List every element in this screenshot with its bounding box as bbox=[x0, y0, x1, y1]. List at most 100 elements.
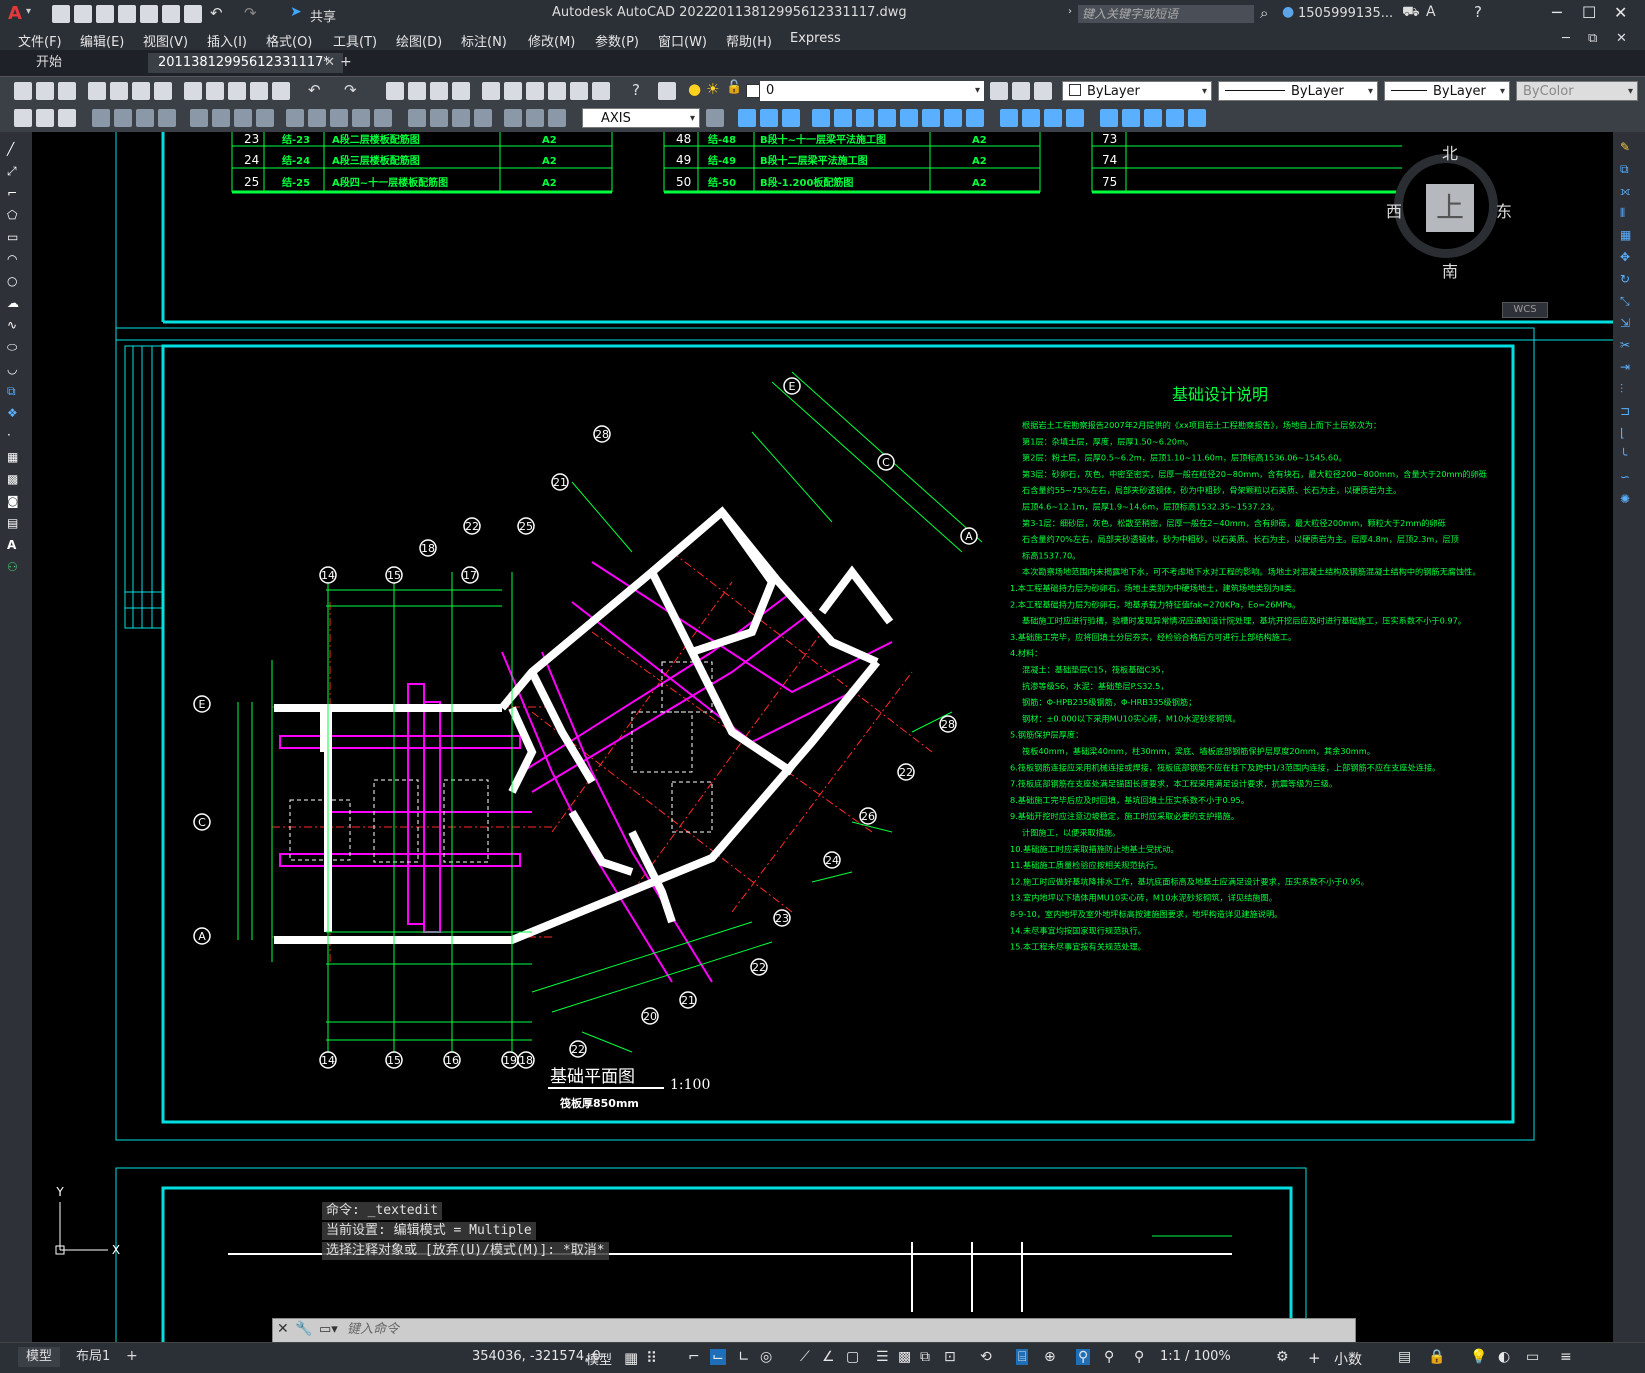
fillet-icon[interactable] bbox=[900, 109, 918, 127]
gizmo-icon[interactable]: ⊕ bbox=[1044, 1349, 1056, 1365]
dim-diameter-icon[interactable] bbox=[234, 109, 252, 127]
menu-parametric[interactable]: 参数(P) bbox=[595, 31, 639, 50]
quick-properties-icon[interactable]: ▤ bbox=[1398, 1349, 1411, 1365]
dynamic-input-icon[interactable]: ⌙ bbox=[710, 1349, 726, 1365]
layer-state-icon[interactable] bbox=[1034, 82, 1052, 100]
print-icon[interactable] bbox=[88, 82, 106, 100]
cut-icon[interactable] bbox=[184, 82, 202, 100]
menu-edit[interactable]: 编辑(E) bbox=[80, 31, 124, 50]
undo-icon[interactable]: ↶ bbox=[210, 4, 223, 22]
layer-current-icon[interactable] bbox=[990, 82, 1008, 100]
doc-minimize-icon[interactable]: ─ bbox=[1562, 31, 1570, 46]
menu-window[interactable]: 窗口(W) bbox=[658, 31, 707, 50]
trim-icon[interactable] bbox=[878, 109, 896, 127]
wcs-menu[interactable]: WCS bbox=[1502, 302, 1548, 318]
viewcube[interactable]: 上 北 南 东 西 bbox=[1386, 140, 1512, 281]
lineweight-icon[interactable]: ☰ bbox=[876, 1349, 889, 1365]
object-snap-tracking-icon[interactable]: ∠ bbox=[822, 1349, 835, 1365]
ortho-icon[interactable]: ∟ bbox=[738, 1349, 750, 1365]
block-editor-icon[interactable] bbox=[272, 82, 290, 100]
search-icon[interactable]: ⌕ bbox=[1260, 4, 1268, 22]
drawing-canvas[interactable]: 23 24 25 48 49 50 73 74 75 结-23 结-24 结-2… bbox=[32, 132, 1613, 1342]
lineweight-dropdown[interactable]: ByLayer ▾ bbox=[1384, 81, 1510, 101]
share-icon[interactable]: ➤ bbox=[290, 4, 302, 20]
isometric-icon[interactable]: ⟋ bbox=[800, 1349, 810, 1365]
fillet-r-icon[interactable]: ╰ bbox=[1620, 448, 1638, 466]
hatch-icon[interactable]: ▦ bbox=[7, 450, 25, 468]
layer-on-icon[interactable]: ● bbox=[688, 80, 701, 98]
menu-draw[interactable]: 绘图(D) bbox=[396, 31, 442, 50]
units-dropdown[interactable]: 小数 bbox=[1334, 1349, 1362, 1369]
center-mark-icon[interactable] bbox=[430, 109, 448, 127]
stretch-icon[interactable] bbox=[782, 109, 800, 127]
rectangle-icon[interactable]: ▭ bbox=[7, 230, 25, 248]
clean-screen-icon[interactable]: ▭ bbox=[1526, 1349, 1539, 1365]
line-icon[interactable]: ╱ bbox=[7, 142, 25, 160]
ucs-world-icon[interactable] bbox=[1122, 109, 1140, 127]
qnew-icon[interactable] bbox=[14, 82, 32, 100]
table-icon[interactable]: ▤ bbox=[7, 516, 25, 534]
insert-block-icon[interactable]: ⧉ bbox=[7, 384, 25, 402]
search-input[interactable]: 键入关键字或短语 bbox=[1078, 5, 1254, 23]
join-r-icon[interactable]: ⊐ bbox=[1620, 404, 1638, 422]
menu-dimension[interactable]: 标注(N) bbox=[461, 31, 507, 50]
dimstyle-manager-icon[interactable] bbox=[706, 109, 724, 127]
view-front-icon[interactable] bbox=[1000, 109, 1018, 127]
layer-manager-icon[interactable] bbox=[658, 82, 676, 100]
zoom-previous-icon[interactable] bbox=[452, 82, 470, 100]
arc-icon[interactable]: ◠ bbox=[7, 252, 25, 270]
zoom-window-icon[interactable] bbox=[430, 82, 448, 100]
compass-east[interactable]: 东 bbox=[1496, 198, 1512, 222]
menu-express[interactable]: Express bbox=[790, 31, 841, 46]
spline-icon[interactable]: ∿ bbox=[7, 318, 25, 336]
annotation-scale-icon[interactable]: ⚲ bbox=[1134, 1349, 1144, 1365]
pan-icon[interactable] bbox=[386, 82, 404, 100]
dim-angular-icon[interactable] bbox=[256, 109, 274, 127]
erase-icon[interactable]: ✎ bbox=[1620, 140, 1638, 158]
ellipse-icon[interactable]: ⬭ bbox=[7, 340, 25, 358]
color-dropdown[interactable]: ByLayer ▾ bbox=[1062, 81, 1212, 101]
dynamic-ucs-icon[interactable]: ⟲ bbox=[980, 1349, 992, 1365]
save-web-icon[interactable] bbox=[162, 5, 180, 23]
close-command-icon[interactable]: ✕ bbox=[277, 1321, 289, 1337]
dim-linear-icon[interactable] bbox=[92, 109, 110, 127]
undo-tb-icon[interactable]: ↶ bbox=[308, 81, 321, 99]
isolate-objects-icon[interactable]: 💡 bbox=[1470, 1349, 1487, 1365]
dim-continue-icon[interactable] bbox=[330, 109, 348, 127]
user-name[interactable]: 1505999135... bbox=[1298, 6, 1393, 21]
menu-file[interactable]: 文件(F) bbox=[18, 31, 62, 50]
circle-icon[interactable]: ○ bbox=[7, 274, 25, 292]
blend-r-icon[interactable]: ∽ bbox=[1620, 470, 1638, 488]
dim-baseline-icon[interactable] bbox=[308, 109, 326, 127]
dim-space-icon[interactable] bbox=[352, 109, 370, 127]
save-as-icon[interactable] bbox=[118, 5, 136, 23]
menu-format[interactable]: 格式(O) bbox=[266, 31, 312, 50]
array-r-icon[interactable]: ▦ bbox=[1620, 228, 1638, 246]
explode-r-icon[interactable]: ✺ bbox=[1620, 492, 1638, 510]
match-prop-icon[interactable] bbox=[250, 82, 268, 100]
polygon-icon[interactable]: ⬠ bbox=[7, 208, 25, 226]
open-web-icon[interactable] bbox=[140, 5, 158, 23]
plot-icon[interactable] bbox=[184, 5, 202, 23]
snap-icon[interactable]: ⠿ bbox=[646, 1349, 657, 1367]
open-file-icon[interactable] bbox=[74, 5, 92, 23]
object-snap-icon[interactable]: ▢ bbox=[846, 1349, 859, 1365]
linetype-dropdown[interactable]: ByLayer ▾ bbox=[1218, 81, 1378, 101]
recent-commands-icon[interactable]: ▭▾ bbox=[319, 1322, 338, 1337]
autocad-logo-icon[interactable]: A bbox=[8, 3, 22, 24]
dimstyle-dropdown[interactable]: AXIS ▾ bbox=[582, 108, 700, 128]
properties-icon[interactable] bbox=[482, 82, 500, 100]
new-file-icon[interactable] bbox=[52, 5, 70, 23]
open-icon[interactable] bbox=[36, 82, 54, 100]
tolerance-icon[interactable] bbox=[408, 109, 426, 127]
dim-edit-icon[interactable] bbox=[504, 109, 522, 127]
inspection-icon[interactable] bbox=[452, 109, 470, 127]
dim-arc-icon[interactable] bbox=[136, 109, 154, 127]
annotation-visibility-icon[interactable]: ⚲ bbox=[1076, 1349, 1091, 1365]
polar-tracking-icon[interactable]: ◎ bbox=[760, 1349, 772, 1365]
gradient-icon[interactable]: ▩ bbox=[7, 472, 25, 490]
sheet-set-icon[interactable] bbox=[548, 82, 566, 100]
markup-icon[interactable] bbox=[570, 82, 588, 100]
menu-help[interactable]: 帮助(H) bbox=[726, 31, 772, 50]
text-edit-icon[interactable] bbox=[14, 109, 32, 127]
